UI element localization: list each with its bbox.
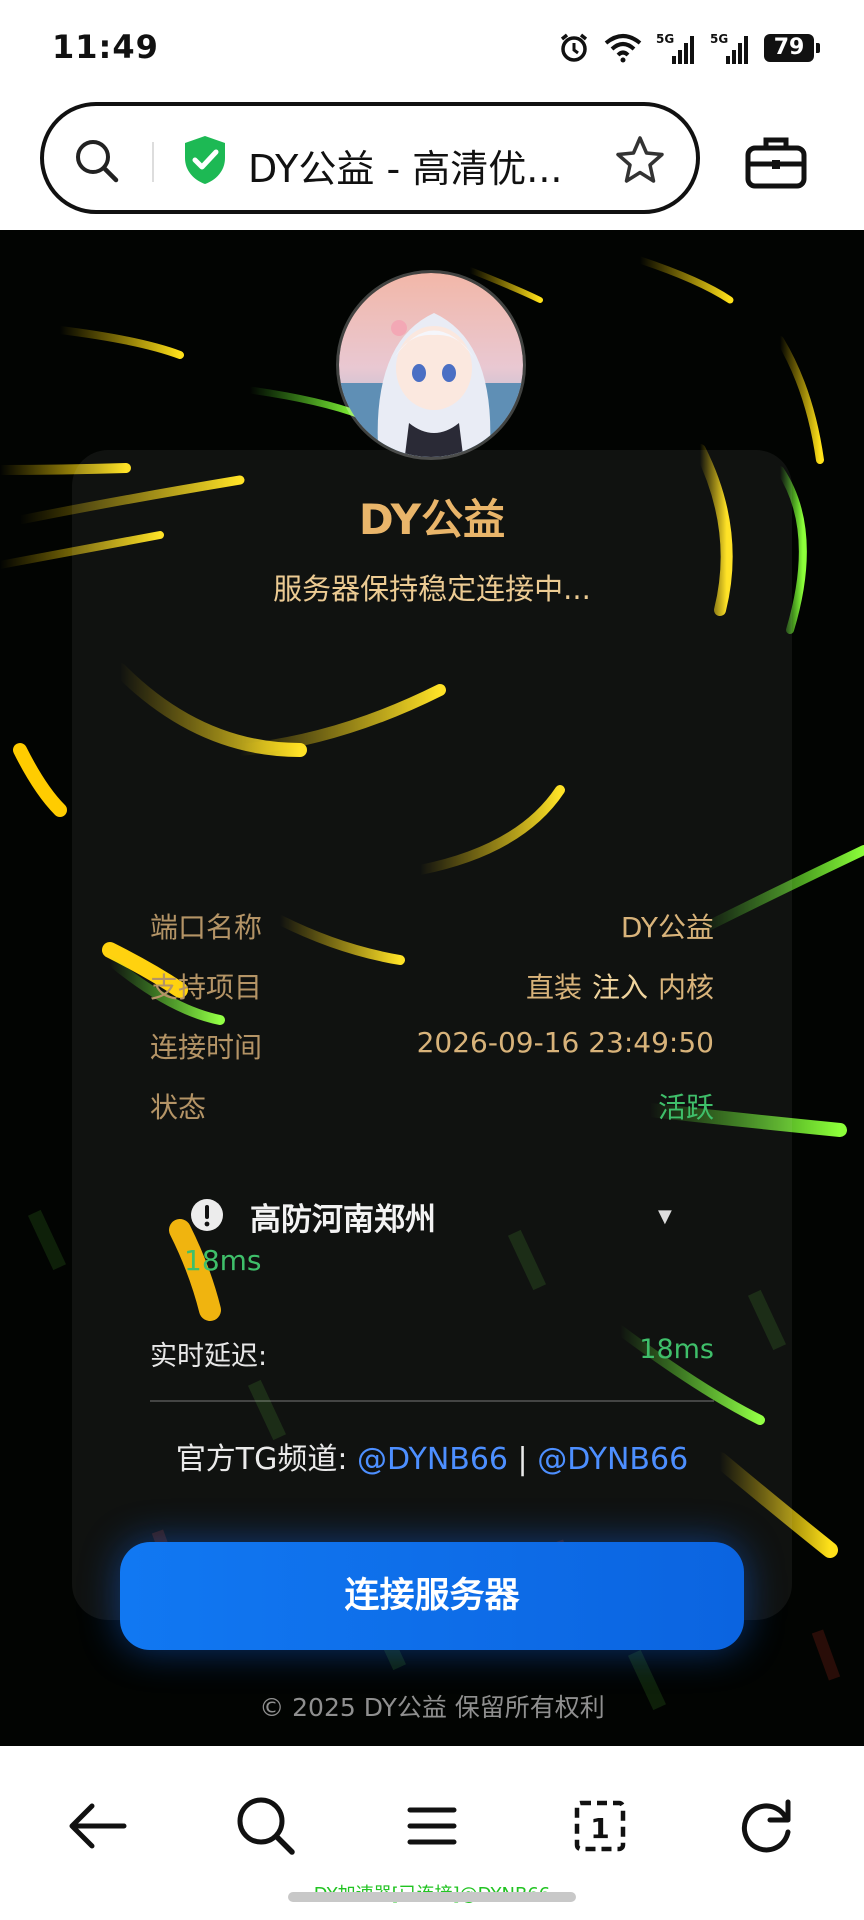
status-bar: 11:49 5G 5G 79: [0, 0, 864, 96]
tg-link[interactable]: @DYNB66: [357, 1442, 508, 1477]
shield-check-icon: [185, 136, 225, 184]
tg-link[interactable]: @DYNB66: [537, 1442, 688, 1477]
tg-channel-line: 官方TG频道: @DYNB66 | @DYNB66: [0, 1434, 864, 1478]
search-icon[interactable]: [226, 1786, 306, 1866]
support-label: 支持项目: [150, 971, 263, 1004]
back-arrow-icon[interactable]: [58, 1786, 138, 1866]
info-row-port-name: 端口名称 DY公益: [150, 906, 714, 950]
refresh-icon[interactable]: [726, 1786, 806, 1866]
port-name-label: 端口名称: [150, 911, 263, 944]
latency-label: 实时延迟:: [150, 1341, 268, 1372]
site-subtitle: 服务器保持稳定连接中...: [273, 572, 591, 606]
tg-prefix: 官方TG频道:: [175, 1442, 358, 1477]
wifi-icon: [604, 34, 642, 63]
browser-address-area: DY公益 - 高清优...: [0, 96, 864, 230]
alert-icon: [191, 1199, 223, 1231]
connect-time-label: 连接时间: [150, 1031, 263, 1064]
server-name: 高防河南郑州: [250, 1202, 436, 1238]
signal-5g-icon: 5G: [710, 32, 748, 64]
home-indicator[interactable]: [288, 1892, 576, 1902]
menu-icon[interactable]: [392, 1786, 472, 1866]
server-select[interactable]: 高防河南郑州 18ms ▼: [184, 1194, 686, 1284]
divider: [150, 1400, 714, 1402]
footer-copyright: © 2025 DY公益 保留所有权利: [259, 1693, 605, 1722]
port-name-value: DY公益: [620, 911, 714, 944]
status-time: 11:49: [52, 28, 159, 66]
svg-text:5G: 5G: [710, 32, 728, 46]
support-tag: 内核: [657, 971, 714, 1004]
address-bar[interactable]: DY公益 - 高清优...: [40, 102, 700, 214]
status-value: 活跃: [657, 1091, 714, 1124]
latency-value: 18ms: [639, 1334, 714, 1365]
tabs-icon[interactable]: 1: [560, 1786, 640, 1866]
signal-5g-icon: 5G: [656, 32, 694, 64]
chevron-down-icon[interactable]: ▼: [658, 1206, 672, 1227]
battery-icon: 79: [764, 34, 820, 62]
page-title[interactable]: DY公益 - 高清优...: [248, 138, 608, 193]
support-tags: 直装 注入 内核: [526, 966, 714, 1006]
connect-time-value: 2026-09-16 23:49:50: [416, 1026, 714, 1059]
alarm-icon: [560, 33, 588, 62]
status-icons: 5G 5G 79: [558, 30, 820, 66]
tg-separator: |: [508, 1442, 538, 1477]
toolbox-icon[interactable]: [744, 134, 808, 190]
svg-text:1: 1: [590, 1812, 609, 1845]
avatar-image: [339, 273, 523, 457]
connect-server-button[interactable]: 连接服务器: [120, 1542, 744, 1650]
avatar: [336, 270, 526, 460]
site-title: DY公益: [358, 495, 506, 544]
info-row-status: 状态 活跃: [150, 1086, 714, 1130]
address-divider: [152, 142, 154, 182]
star-icon[interactable]: [614, 134, 666, 186]
search-icon[interactable]: [72, 136, 122, 186]
svg-text:5G: 5G: [656, 32, 674, 46]
tabs-frame-icon: 1: [574, 1800, 626, 1852]
server-ping: 18ms: [184, 1244, 262, 1277]
support-tag: 注入: [591, 971, 648, 1004]
support-tag: 直装: [525, 971, 582, 1004]
info-row-support: 支持项目 直装 注入 内核: [150, 966, 714, 1010]
info-row-connect-time: 连接时间 2026-09-16 23:49:50: [150, 1026, 714, 1070]
status-label: 状态: [150, 1091, 207, 1124]
